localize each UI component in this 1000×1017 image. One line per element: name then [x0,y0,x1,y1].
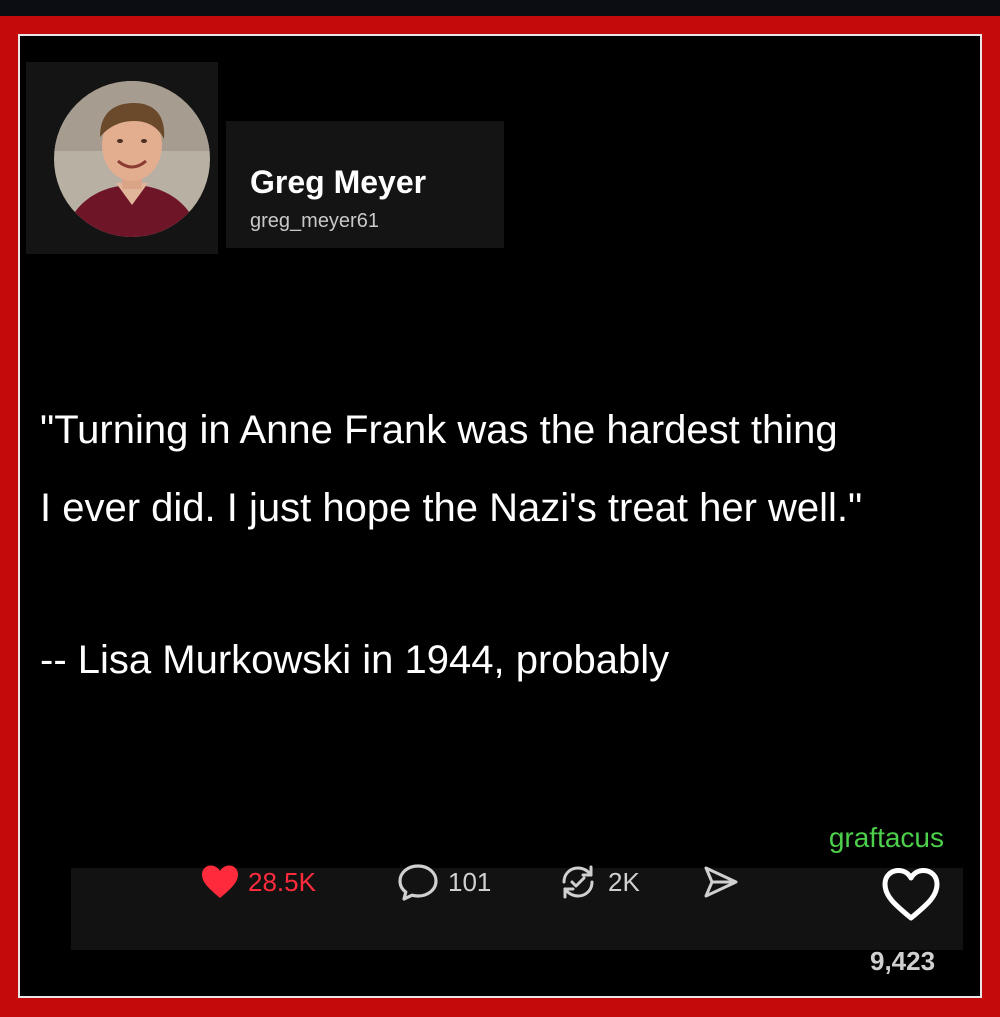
quote-line: "Turning in Anne Frank was the hardest t… [40,408,838,452]
like-count: 28.5K [248,866,316,897]
avatar[interactable] [54,81,210,237]
reply-count: 101 [448,866,492,897]
repost-count: 2K [608,866,640,897]
repost-arrows-icon [556,862,600,902]
heart-filled-icon [200,864,240,900]
top-status-strip [0,0,1000,16]
repost-button[interactable]: 2K [556,860,640,904]
author-handle[interactable]: greg_meyer61 [250,210,379,233]
heart-outline-icon [880,868,942,928]
send-icon [700,862,740,902]
author-name[interactable]: Greg Meyer [250,164,426,201]
speech-bubble-icon [396,862,440,902]
quote-line: I ever did. I just hope the Nazi's treat… [40,486,863,530]
watermark: graftacus [828,822,944,853]
like-button[interactable]: 28.5K [200,860,316,904]
view-count: 9,423 [870,946,936,976]
post-card: Greg Meyer greg_meyer61 "Turning in Anne… [18,34,982,998]
share-button[interactable] [700,860,740,904]
reply-button[interactable]: 101 [396,860,491,904]
quote-attribution: -- Lisa Murkowski in 1944, probably [40,638,670,682]
side-like-button[interactable] [880,866,942,929]
